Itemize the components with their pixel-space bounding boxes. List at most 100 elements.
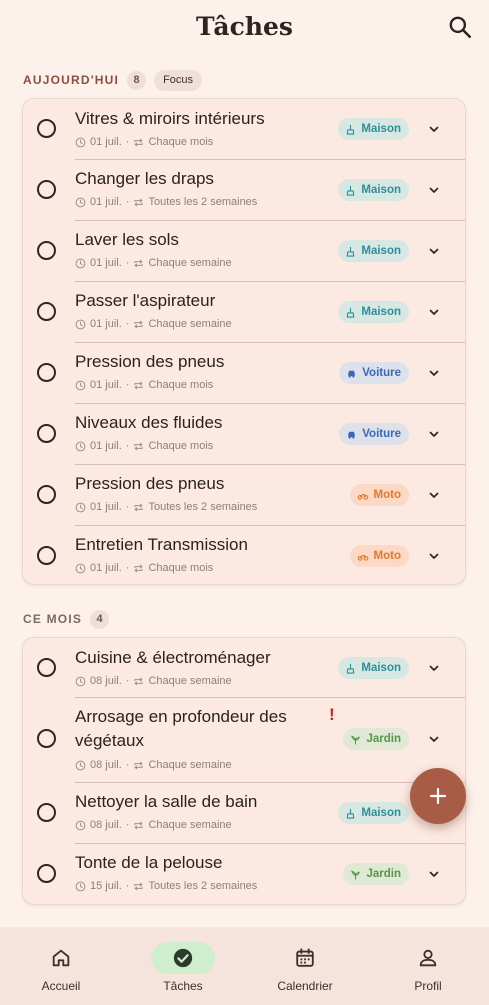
clock-icon (75, 137, 86, 147)
complete-checkbox[interactable] (37, 803, 56, 822)
meta-separator: · (125, 759, 130, 771)
due-date: 01 juil. (90, 196, 122, 208)
nav-item-calendrier[interactable]: Calendrier (244, 927, 366, 1005)
meta-separator: · (125, 196, 130, 208)
recurrence: Chaque semaine (148, 257, 232, 269)
complete-checkbox[interactable] (37, 180, 56, 199)
complete-checkbox[interactable] (37, 363, 56, 382)
task-meta: 01 juil. · Chaque mois (75, 561, 213, 575)
clock-icon (75, 820, 86, 830)
task-row[interactable]: Arrosage en profondeur des végétaux ! 08… (23, 697, 465, 782)
task-row[interactable]: Nettoyer la salle de bain 08 juil. · Cha… (23, 782, 465, 843)
tasks-page: Tâches AUJOURD'HUI 8 Focus Vitres & miro… (0, 0, 489, 1005)
task-row[interactable]: Niveaux des fluides 01 juil. · Chaque mo… (23, 403, 465, 464)
task-row[interactable]: Laver les sols 01 juil. · Chaque semaine… (23, 220, 465, 281)
task-card-today: Vitres & miroirs intérieurs 01 juil. · C… (22, 98, 466, 585)
meta-separator: · (125, 257, 130, 269)
chevron-down-icon[interactable] (427, 549, 441, 563)
task-row[interactable]: Tonte de la pelouse 15 juil. · Toutes le… (23, 843, 465, 904)
section-header-month: CE MOIS 4 (23, 608, 110, 630)
add-task-button[interactable] (410, 768, 466, 824)
repeat-icon (134, 761, 144, 769)
chevron-down-icon[interactable] (427, 122, 441, 136)
chevron-down-icon[interactable] (427, 867, 441, 881)
category-label: Voiture (362, 428, 401, 440)
home-icon (52, 949, 70, 967)
recurrence: Chaque mois (148, 379, 214, 391)
repeat-icon (134, 320, 144, 328)
complete-checkbox[interactable] (37, 864, 56, 883)
clock-icon (75, 197, 86, 207)
complete-checkbox[interactable] (37, 546, 56, 565)
complete-checkbox[interactable] (37, 729, 56, 748)
chevron-down-icon[interactable] (427, 732, 441, 746)
task-title: Arrosage en profondeur des végétaux (75, 705, 287, 753)
nav-label: Accueil (41, 979, 81, 993)
task-row[interactable]: Entretien Transmission 01 juil. · Chaque… (23, 525, 465, 584)
priority-alert-icon: ! (329, 705, 335, 724)
chevron-down-icon[interactable] (427, 244, 441, 258)
clock-icon (75, 319, 86, 329)
category-tag: Moto (349, 545, 409, 567)
task-row[interactable]: Pression des pneus 01 juil. · Toutes les… (23, 464, 465, 525)
complete-checkbox[interactable] (37, 424, 56, 443)
calendar-icon (296, 948, 314, 967)
task-title: Laver les sols (75, 230, 179, 249)
user-icon (419, 949, 437, 967)
due-date: 01 juil. (90, 257, 122, 269)
motorcycle-icon (357, 554, 368, 561)
clock-icon (75, 760, 86, 770)
recurrence: Chaque mois (148, 136, 214, 148)
chevron-down-icon[interactable] (427, 661, 441, 675)
nav-item-taches[interactable]: Tâches (122, 927, 244, 1005)
task-row[interactable]: Cuisine & électroménager 08 juil. · Chaq… (23, 638, 465, 697)
complete-checkbox[interactable] (37, 241, 56, 260)
task-row[interactable]: Vitres & miroirs intérieurs 01 juil. · C… (23, 99, 465, 159)
category-tag: Maison (338, 301, 409, 323)
chevron-down-icon[interactable] (427, 427, 441, 441)
task-title: Passer l'aspirateur (75, 291, 216, 310)
repeat-icon (134, 259, 144, 267)
chevron-down-icon[interactable] (427, 366, 441, 380)
category-tag: Voiture (339, 423, 409, 445)
due-date: 01 juil. (90, 501, 122, 513)
nav-label: Profil (414, 979, 442, 993)
complete-checkbox[interactable] (37, 302, 56, 321)
category-tag: Maison (338, 240, 409, 262)
plant-icon (351, 870, 361, 880)
broom-icon (347, 663, 355, 674)
task-row[interactable]: Passer l'aspirateur 01 juil. · Chaque se… (23, 281, 465, 342)
task-meta: 01 juil. · Chaque mois (75, 378, 213, 392)
chevron-down-icon[interactable] (427, 183, 441, 197)
task-row[interactable]: Pression des pneus 01 juil. · Chaque moi… (23, 342, 465, 403)
task-title: Pression des pneus (75, 474, 225, 493)
focus-chip[interactable]: Focus (154, 69, 203, 91)
clock-icon (75, 563, 86, 573)
nav-item-profil[interactable]: Profil (367, 927, 489, 1005)
chevron-down-icon[interactable] (427, 305, 441, 319)
broom-icon (347, 808, 355, 819)
meta-separator: · (125, 136, 130, 148)
car-icon (348, 370, 355, 378)
due-date: 08 juil. (90, 675, 122, 687)
recurrence: Chaque semaine (148, 675, 232, 687)
complete-checkbox[interactable] (37, 485, 56, 504)
nav-label: Calendrier (277, 979, 333, 993)
clock-icon (75, 502, 86, 512)
complete-checkbox[interactable] (37, 119, 56, 138)
nav-item-accueil[interactable]: Accueil (0, 927, 122, 1005)
task-row[interactable]: Changer les draps 01 juil. · Toutes les … (23, 159, 465, 220)
motorcycle-icon (357, 493, 368, 500)
clock-icon (75, 676, 86, 686)
task-meta: 01 juil. · Chaque mois (75, 439, 213, 453)
meta-separator: · (125, 501, 130, 513)
task-meta: 08 juil. · Chaque semaine (75, 818, 232, 832)
count-badge: 8 (127, 70, 147, 90)
due-date: 08 juil. (90, 819, 122, 831)
complete-checkbox[interactable] (37, 658, 56, 677)
repeat-icon (134, 821, 144, 829)
recurrence: Chaque semaine (148, 759, 232, 771)
due-date: 01 juil. (90, 562, 122, 574)
chevron-down-icon[interactable] (427, 488, 441, 502)
search-icon[interactable] (447, 14, 473, 40)
